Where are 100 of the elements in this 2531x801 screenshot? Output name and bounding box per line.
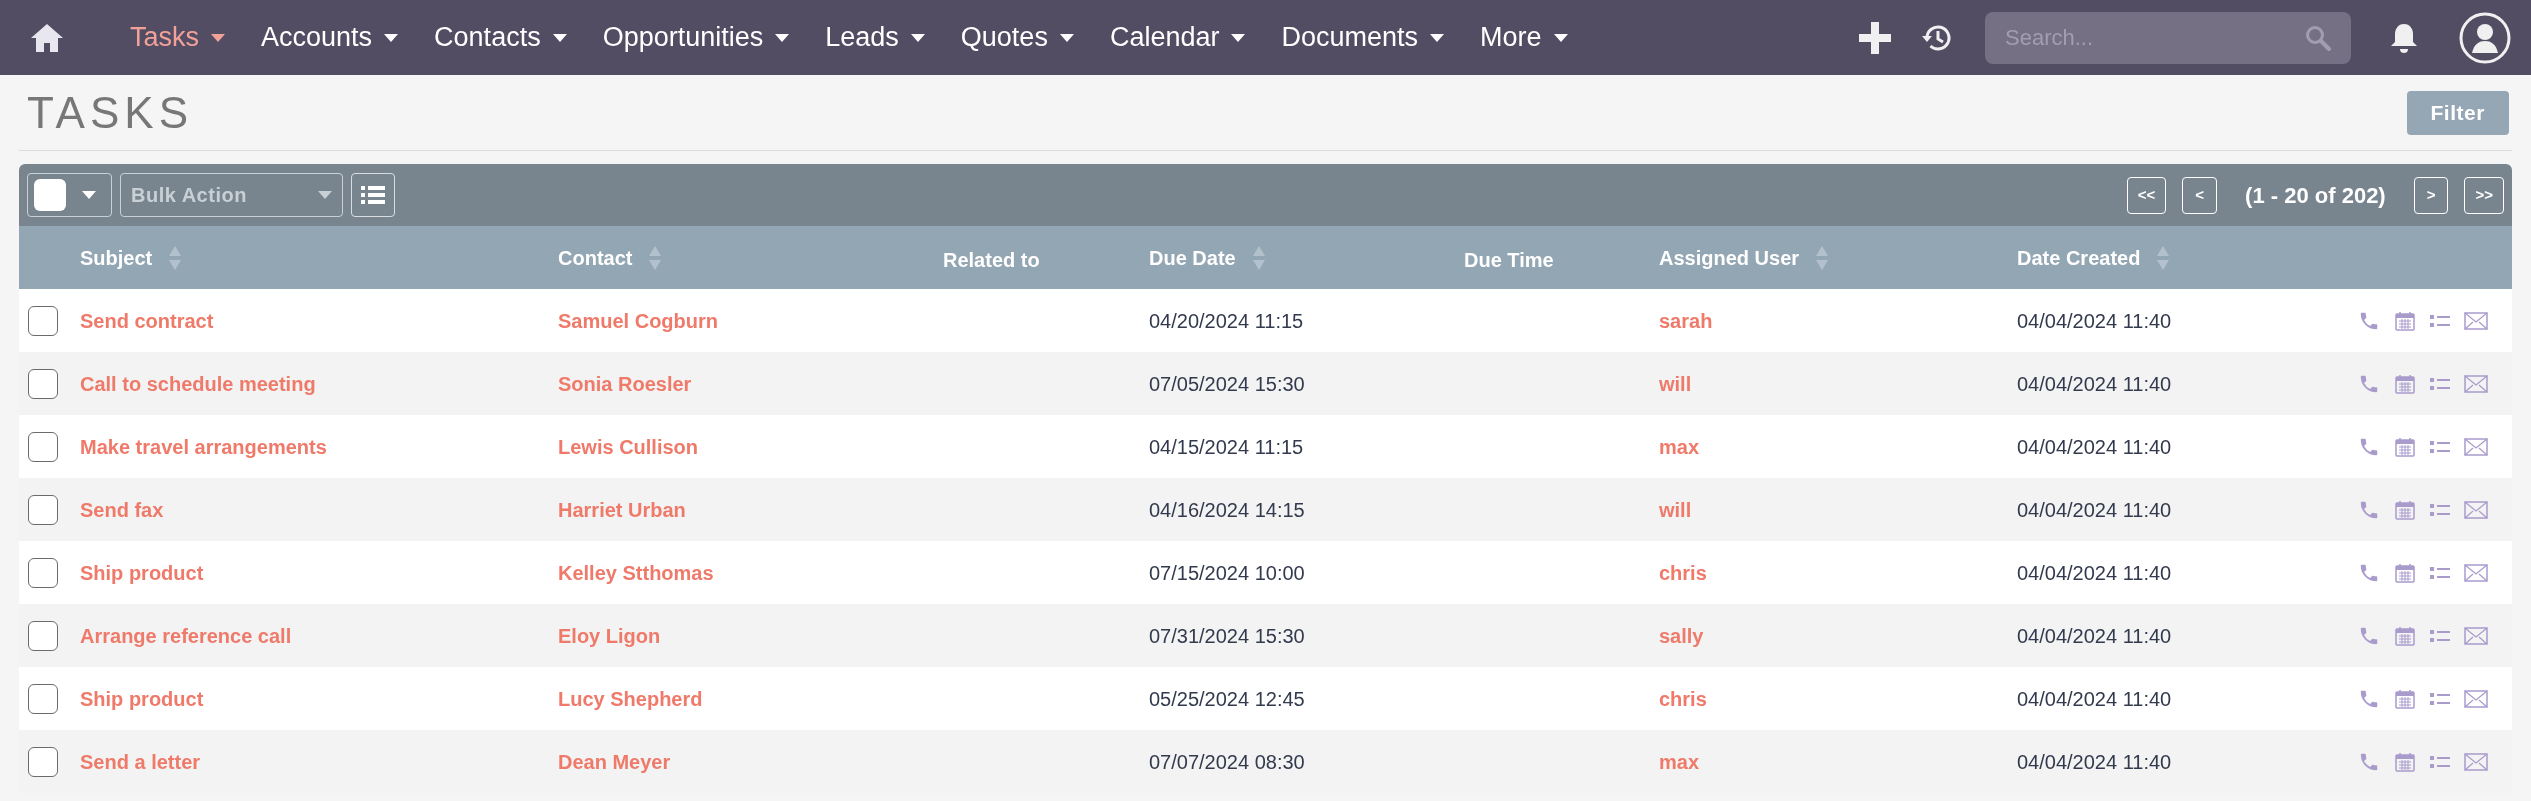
contact-link[interactable]: Lucy Shepherd (558, 683, 943, 714)
list-icon[interactable] (2430, 376, 2450, 391)
filter-button[interactable]: Filter (2406, 90, 2509, 135)
due-date-cell-text: 04/20/2024 11:15 (1149, 308, 1305, 334)
home-icon[interactable] (30, 22, 64, 53)
column-header[interactable]: Related to (943, 244, 1040, 275)
envelope-icon[interactable] (2464, 752, 2488, 771)
column-header[interactable]: Subject (80, 242, 183, 273)
row-checkbox[interactable] (28, 368, 58, 399)
calendar-icon[interactable] (2394, 687, 2416, 710)
row-checkbox[interactable] (28, 683, 58, 714)
column-header[interactable]: Due Date (1149, 242, 1266, 273)
calendar-icon[interactable] (2394, 624, 2416, 647)
calendar-icon[interactable] (2394, 561, 2416, 584)
sort-icon[interactable] (648, 244, 663, 271)
contact-link[interactable]: Samuel Cogburn (558, 305, 943, 336)
row-checkbox[interactable] (28, 431, 58, 462)
bulk-action-dropdown[interactable]: Bulk Action (120, 173, 343, 217)
list-icon[interactable] (2430, 754, 2450, 769)
subject-link[interactable]: Send fax (80, 494, 558, 525)
calendar-icon[interactable] (2394, 372, 2416, 395)
due-date-cell-text: 04/16/2024 14:15 (1149, 497, 1306, 523)
checkbox[interactable] (34, 179, 66, 211)
subject-link[interactable]: Make travel arrangements (80, 431, 558, 462)
nav-tab[interactable]: Tasks (130, 17, 226, 58)
user-avatar-icon[interactable] (2459, 11, 2511, 64)
contact-link[interactable]: Sonia Roesler (558, 368, 943, 399)
list-icon[interactable] (2430, 439, 2450, 454)
list-icon[interactable] (2430, 313, 2450, 328)
pagination-range: (1 - 20 of 202) (2245, 181, 2386, 210)
column-header[interactable]: Contact (558, 242, 663, 273)
select-all-dropdown[interactable] (27, 173, 112, 217)
calendar-icon[interactable] (2394, 750, 2416, 773)
assigned-user-link[interactable]: sarah (1659, 305, 2017, 336)
contact-link[interactable]: Lewis Cullison (558, 431, 943, 462)
column-header[interactable]: Due Time (1464, 244, 1554, 275)
contact-link[interactable]: Harriet Urban (558, 494, 943, 525)
contact-link[interactable]: Eloy Ligon (558, 620, 943, 651)
envelope-icon[interactable] (2464, 500, 2488, 519)
row-checkbox[interactable] (28, 746, 58, 777)
assigned-user-link[interactable]: will (1659, 368, 2017, 399)
assigned-user-link[interactable]: will (1659, 494, 2017, 525)
nav-tab[interactable]: Calendar (1109, 17, 1246, 58)
sort-icon[interactable] (168, 244, 183, 271)
envelope-icon[interactable] (2464, 689, 2488, 708)
envelope-icon[interactable] (2464, 626, 2488, 645)
envelope-icon[interactable] (2464, 437, 2488, 456)
first-page-button[interactable]: << (2126, 176, 2167, 214)
subject-link[interactable]: Send contract (80, 305, 558, 336)
contact-link[interactable]: Kelley Stthomas (558, 557, 943, 588)
sort-icon[interactable] (2156, 244, 2171, 271)
sort-icon[interactable] (1815, 244, 1830, 271)
next-page-button[interactable]: > (2413, 176, 2449, 214)
nav-tab[interactable]: Opportunities (602, 17, 790, 58)
calendar-icon[interactable] (2394, 435, 2416, 458)
assigned-user-link[interactable]: max (1659, 746, 2017, 777)
list-icon[interactable] (2430, 565, 2450, 580)
row-checkbox[interactable] (28, 305, 58, 336)
previous-page-button[interactable]: < (2182, 176, 2218, 214)
assigned-user-link[interactable]: sally (1659, 620, 2017, 651)
row-checkbox[interactable] (28, 557, 58, 588)
due-date-cell-text: 04/15/2024 11:15 (1149, 434, 1305, 460)
nav-tab[interactable]: More (1480, 17, 1568, 58)
nav-tab[interactable]: Leads (825, 17, 925, 58)
calendar-icon[interactable] (2394, 498, 2416, 521)
subject-link[interactable]: Arrange reference call (80, 620, 558, 651)
column-header[interactable]: Assigned User (1659, 242, 1830, 273)
date-created-cell-text: 04/04/2024 11:40 (2017, 371, 2173, 397)
sort-icon[interactable] (1251, 244, 1266, 271)
last-page-button[interactable]: >> (2464, 176, 2504, 214)
caret-icon (82, 191, 96, 199)
bell-icon[interactable] (2389, 21, 2419, 54)
date-created-cell-text: 04/04/2024 11:40 (2017, 434, 2173, 460)
nav-tab[interactable]: Contacts (434, 17, 567, 58)
nav-tab[interactable]: Documents (1281, 17, 1445, 58)
column-chooser-button[interactable] (351, 173, 395, 217)
subject-link[interactable]: Call to schedule meeting (80, 368, 558, 399)
column-header[interactable]: Date Created (2017, 242, 2171, 273)
list-icon[interactable] (2430, 628, 2450, 643)
list-icon[interactable] (2430, 691, 2450, 706)
subject-link[interactable]: Ship product (80, 557, 558, 588)
assigned-user-link[interactable]: chris (1659, 683, 2017, 714)
list-icon[interactable] (2430, 502, 2450, 517)
subject-link[interactable]: Ship product (80, 683, 558, 714)
plus-icon[interactable] (1859, 21, 1891, 54)
row-checkbox[interactable] (28, 620, 58, 651)
caret-icon (384, 33, 399, 42)
search-icon[interactable] (2305, 24, 2331, 51)
assigned-user-link[interactable]: chris (1659, 557, 2017, 588)
subject-link[interactable]: Send a letter (80, 746, 558, 777)
contact-link[interactable]: Dean Meyer (558, 746, 943, 777)
envelope-icon[interactable] (2464, 374, 2488, 393)
row-checkbox[interactable] (28, 494, 58, 525)
date-created-cell-text: 04/04/2024 11:40 (2017, 623, 2173, 649)
envelope-icon[interactable] (2464, 563, 2488, 582)
calendar-icon[interactable] (2394, 309, 2416, 332)
nav-tab[interactable]: Quotes (960, 17, 1074, 58)
nav-tab[interactable]: Accounts (261, 17, 399, 58)
envelope-icon[interactable] (2464, 311, 2488, 330)
assigned-user-link[interactable]: max (1659, 431, 2017, 462)
